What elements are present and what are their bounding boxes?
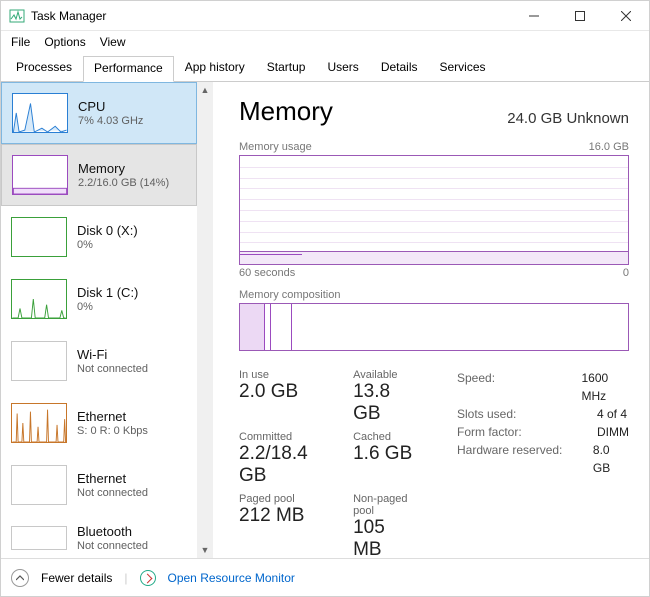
sidebar-item-label: Wi-Fi bbox=[77, 347, 148, 362]
sidebar-item-label: Disk 1 (C:) bbox=[77, 285, 138, 300]
maximize-button[interactable] bbox=[557, 1, 603, 31]
tabstrip: Processes Performance App history Startu… bbox=[1, 55, 649, 82]
memory-total: 24.0 GB Unknown bbox=[507, 110, 629, 127]
minimize-button[interactable] bbox=[511, 1, 557, 31]
sidebar-item-sub: S: 0 R: 0 Kbps bbox=[77, 425, 148, 437]
comp-label: Memory composition bbox=[239, 289, 340, 301]
paged-label: Paged pool bbox=[239, 493, 327, 505]
fewer-details-icon[interactable] bbox=[11, 569, 29, 587]
menu-file[interactable]: File bbox=[11, 35, 30, 49]
sidebar-item-wifi[interactable]: Wi-Fi Not connected bbox=[1, 330, 197, 392]
sidebar-item-label: Disk 0 (X:) bbox=[77, 223, 138, 238]
form-value: DIMM bbox=[597, 423, 629, 441]
content: CPU 7% 4.03 GHz Memory 2.2/16.0 GB (14%)… bbox=[1, 82, 649, 558]
page-title: Memory bbox=[239, 96, 333, 127]
tab-users[interactable]: Users bbox=[316, 55, 369, 81]
slots-label: Slots used: bbox=[457, 405, 575, 423]
slots-value: 4 of 4 bbox=[597, 405, 627, 423]
nonpaged-label: Non-paged pool bbox=[353, 493, 417, 517]
window-title: Task Manager bbox=[31, 9, 511, 23]
speed-value: 1600 MHz bbox=[581, 369, 629, 405]
sidebar-item-sub: Not connected bbox=[77, 363, 148, 375]
disk-thumb-icon bbox=[11, 279, 67, 319]
hw-reserved-label: Hardware reserved: bbox=[457, 441, 571, 477]
usage-label: Memory usage bbox=[239, 141, 312, 153]
ethernet-thumb-icon bbox=[11, 465, 67, 505]
wifi-thumb-icon bbox=[11, 341, 67, 381]
form-label: Form factor: bbox=[457, 423, 575, 441]
sidebar-item-label: CPU bbox=[78, 99, 143, 114]
paged-value: 212 MB bbox=[239, 505, 327, 527]
spec-table: Speed: 1600 MHz Slots used: 4 of 4 Form fa… bbox=[457, 369, 629, 558]
composition-chart bbox=[239, 303, 629, 351]
sidebar[interactable]: CPU 7% 4.03 GHz Memory 2.2/16.0 GB (14%)… bbox=[1, 82, 213, 558]
memory-thumb-icon bbox=[12, 155, 68, 195]
in-use-label: In use bbox=[239, 369, 327, 381]
footer: Fewer details | Open Resource Monitor bbox=[1, 558, 649, 596]
sidebar-item-disk1[interactable]: Disk 1 (C:) 0% bbox=[1, 268, 197, 330]
available-value: 13.8 GB bbox=[353, 381, 417, 425]
available-label: Available bbox=[353, 369, 417, 381]
tab-processes[interactable]: Processes bbox=[5, 55, 83, 81]
bluetooth-thumb-icon bbox=[11, 526, 67, 550]
sidebar-item-label: Ethernet bbox=[77, 471, 148, 486]
menu-options[interactable]: Options bbox=[44, 35, 85, 49]
sidebar-item-sub: Not connected bbox=[77, 540, 148, 552]
menu-view[interactable]: View bbox=[100, 35, 126, 49]
committed-value: 2.2/18.4 GB bbox=[239, 443, 327, 487]
tab-details[interactable]: Details bbox=[370, 55, 429, 81]
sidebar-item-disk0[interactable]: Disk 0 (X:) 0% bbox=[1, 206, 197, 268]
axis-right: 0 bbox=[623, 267, 629, 279]
sidebar-item-memory[interactable]: Memory 2.2/16.0 GB (14%) bbox=[1, 144, 197, 206]
app-icon bbox=[9, 8, 25, 24]
scroll-up-icon[interactable]: ▲ bbox=[197, 82, 213, 98]
sidebar-item-sub: 7% 4.03 GHz bbox=[78, 115, 143, 127]
close-button[interactable] bbox=[603, 1, 649, 31]
sidebar-item-label: Bluetooth bbox=[77, 524, 148, 539]
disk-thumb-icon bbox=[11, 217, 67, 257]
sidebar-item-label: Ethernet bbox=[77, 409, 148, 424]
sidebar-item-sub: 2.2/16.0 GB (14%) bbox=[78, 177, 169, 189]
tab-app-history[interactable]: App history bbox=[174, 55, 256, 81]
usage-chart bbox=[239, 155, 629, 265]
fewer-details-button[interactable]: Fewer details bbox=[41, 571, 112, 585]
tab-services[interactable]: Services bbox=[429, 55, 497, 81]
scroll-down-icon[interactable]: ▼ bbox=[197, 542, 213, 558]
open-resource-monitor-link[interactable]: Open Resource Monitor bbox=[168, 571, 295, 585]
sidebar-item-bluetooth[interactable]: Bluetooth Not connected bbox=[1, 516, 197, 558]
nonpaged-value: 105 MB bbox=[353, 517, 417, 558]
committed-label: Committed bbox=[239, 431, 327, 443]
menubar: File Options View bbox=[1, 31, 649, 55]
cached-value: 1.6 GB bbox=[353, 443, 417, 465]
titlebar: Task Manager bbox=[1, 1, 649, 31]
cpu-thumb-icon bbox=[12, 93, 68, 133]
sidebar-item-sub: 0% bbox=[77, 239, 138, 251]
in-use-value: 2.0 GB bbox=[239, 381, 327, 403]
main-panel: Memory 24.0 GB Unknown Memory usage 16.0… bbox=[213, 82, 649, 558]
usage-max: 16.0 GB bbox=[589, 141, 629, 153]
resource-monitor-icon[interactable] bbox=[140, 570, 156, 586]
hw-reserved-value: 8.0 GB bbox=[593, 441, 629, 477]
tab-performance[interactable]: Performance bbox=[83, 56, 174, 82]
sidebar-item-label: Memory bbox=[78, 161, 169, 176]
scrollbar[interactable]: ▲ ▼ bbox=[197, 82, 213, 558]
sidebar-item-sub: Not connected bbox=[77, 487, 148, 499]
ethernet-thumb-icon bbox=[11, 403, 67, 443]
sidebar-item-ethernet1[interactable]: Ethernet Not connected bbox=[1, 454, 197, 516]
sidebar-item-sub: 0% bbox=[77, 301, 138, 313]
cached-label: Cached bbox=[353, 431, 417, 443]
axis-left: 60 seconds bbox=[239, 267, 295, 279]
sidebar-item-cpu[interactable]: CPU 7% 4.03 GHz bbox=[1, 82, 197, 144]
sidebar-item-ethernet0[interactable]: Ethernet S: 0 R: 0 Kbps bbox=[1, 392, 197, 454]
tab-startup[interactable]: Startup bbox=[256, 55, 317, 81]
speed-label: Speed: bbox=[457, 369, 559, 405]
